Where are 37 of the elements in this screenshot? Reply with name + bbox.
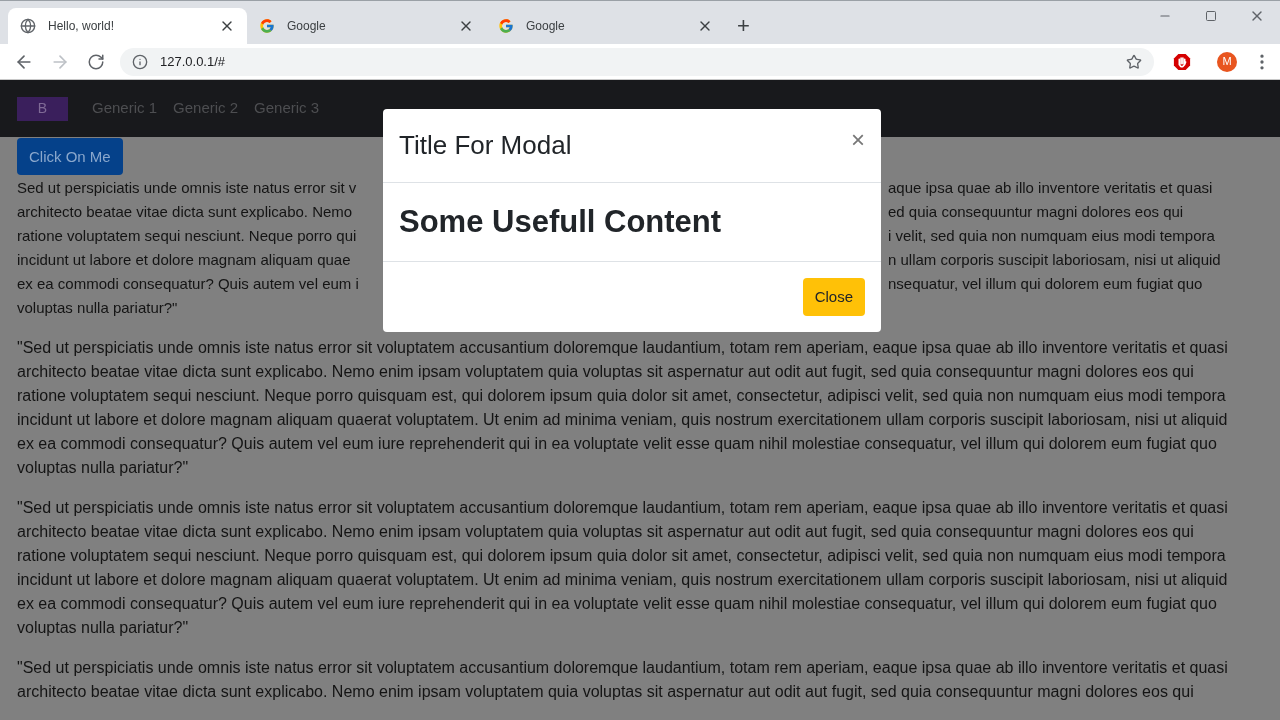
paragraph-text: incidunt ut labore et dolore magnam aliquam quae xyxy=(17,250,352,270)
paragraph-text: aque ipsa quae ab illo inventore veritatis et quasi xyxy=(888,178,1213,198)
paragraph-text: architecto beatae vitae dicta sunt explicabo. Nemo xyxy=(17,202,354,222)
paragraph-text: ed quia consequuntur magni dolores eos qui xyxy=(888,202,1184,222)
brand-logo[interactable]: B xyxy=(17,96,68,121)
address-bar[interactable]: 127.0.0.1/# xyxy=(120,47,1154,76)
tab-title: Google xyxy=(287,18,327,35)
browser-tab[interactable]: Google xyxy=(486,8,725,44)
stop-hand-icon[interactable] xyxy=(1173,52,1191,71)
tab-title: Google xyxy=(526,18,566,35)
paragraph-text: "Sed ut perspiciatis unde omnis iste natus error sit voluptatem accusantium doloremque laudantium, totam rem aperiam, eaque ipsa quae ab illo inventore veritatis et quasi architecto beatae vitae dicta sunt explicabo. Nemo enim ipsam voluptatem quia voluptas sit aspernatur aut odit aut fugit, sed quia consequuntur magni dolores eos qui ratione voluptatem sequi nesciunt. Neque porro quisquam est, qui dolorem ipsum quia dolor sit amet, consectetur, adipisci velit, sed quia non numquam eius modi tempora incidunt ut labore et dolore magnam aliquam quaerat voluptatem. Ut enim ad minima veniam, quis nostrum exercitationem ullam corporis suscipit laboriosam, nisi ut aliquid ex ea commodi consequatur? Quis autem vel eum iure reprehenderit qui in ea voluptate velit esse quam nihil molestiae consequatur, vel illum qui dolorem eum fugiat quo voluptas nulla pariatur?" xyxy=(17,498,1229,638)
google-logo-icon xyxy=(498,18,514,34)
close-button[interactable]: × xyxy=(851,127,865,152)
modal-title: Title For Modal xyxy=(399,129,572,162)
paragraph-text: n ullam corporis suscipit laboriosam, nisi ut aliquid xyxy=(888,250,1221,270)
close-button[interactable]: Close xyxy=(802,278,865,316)
modal-body-heading: Some Usefull Content xyxy=(399,202,722,241)
paragraph-text: architecto beatae vitae dicta sunt explicabo. Nemo enim ipsam voluptatem quia voluptas sit aspernatur aut odit aut fugit, sed quia consequuntur magni dolores eos qui xyxy=(17,682,1195,702)
tab-title: Hello, world! xyxy=(48,18,116,35)
click-button[interactable]: Click On Me xyxy=(17,138,123,175)
google-logo-icon xyxy=(259,18,275,34)
profile-avatar[interactable]: M xyxy=(1217,51,1237,72)
globe-icon xyxy=(20,18,36,34)
paragraph-text: "Sed ut perspiciatis unde omnis iste natus error sit voluptatem accusantium doloremque laudantium, totam rem aperiam, eaque ipsa quae ab illo inventore veritatis et quasi xyxy=(17,658,1229,678)
paragraph-text: voluptas nulla pariatur?" xyxy=(17,298,179,318)
info-icon[interactable] xyxy=(132,53,148,70)
new-tab-button[interactable]: + xyxy=(725,8,762,44)
paragraph-text: nsequatur, vel illum qui dolorem eum fugiat quo xyxy=(888,274,1203,294)
browser-tab[interactable]: Google xyxy=(247,8,486,44)
url-text: 127.0.0.1/# xyxy=(160,52,227,71)
paragraph-text: ex ea commodi consequatur? Quis autem vel eum i xyxy=(17,274,360,294)
paragraph-text: ratione voluptatem sequi nesciunt. Neque porro qui xyxy=(17,226,358,246)
paragraph-text: i velit, sed quia non numquam eius modi tempora xyxy=(888,226,1215,246)
browser-tab[interactable]: Hello, world! xyxy=(8,8,247,44)
star-icon[interactable] xyxy=(1126,53,1142,70)
paragraph-text: "Sed ut perspiciatis unde omnis iste natus error sit voluptatem accusantium doloremque laudantium, totam rem aperiam, eaque ipsa quae ab illo inventore veritatis et quasi architecto beatae vitae dicta sunt explicabo. Nemo enim ipsam voluptatem quia voluptas sit aspernatur aut odit aut fugit, sed quia consequuntur magni dolores eos qui ratione voluptatem sequi nesciunt. Neque porro quisquam est, qui dolorem ipsum quia dolor sit amet, consectetur, adipisci velit, sed quia non numquam eius modi tempora incidunt ut labore et dolore magnam aliquam quaerat voluptatem. Ut enim ad minima veniam, quis nostrum exercitationem ullam corporis suscipit laboriosam, nisi ut aliquid ex ea commodi consequatur? Quis autem vel eum iure reprehenderit qui in ea voluptate velit esse quam nihil molestiae consequatur, vel illum qui dolorem eum fugiat quo voluptas nulla pariatur?" xyxy=(17,338,1229,478)
paragraph-text: Sed ut perspiciatis unde omnis iste natus error sit v xyxy=(17,178,358,198)
